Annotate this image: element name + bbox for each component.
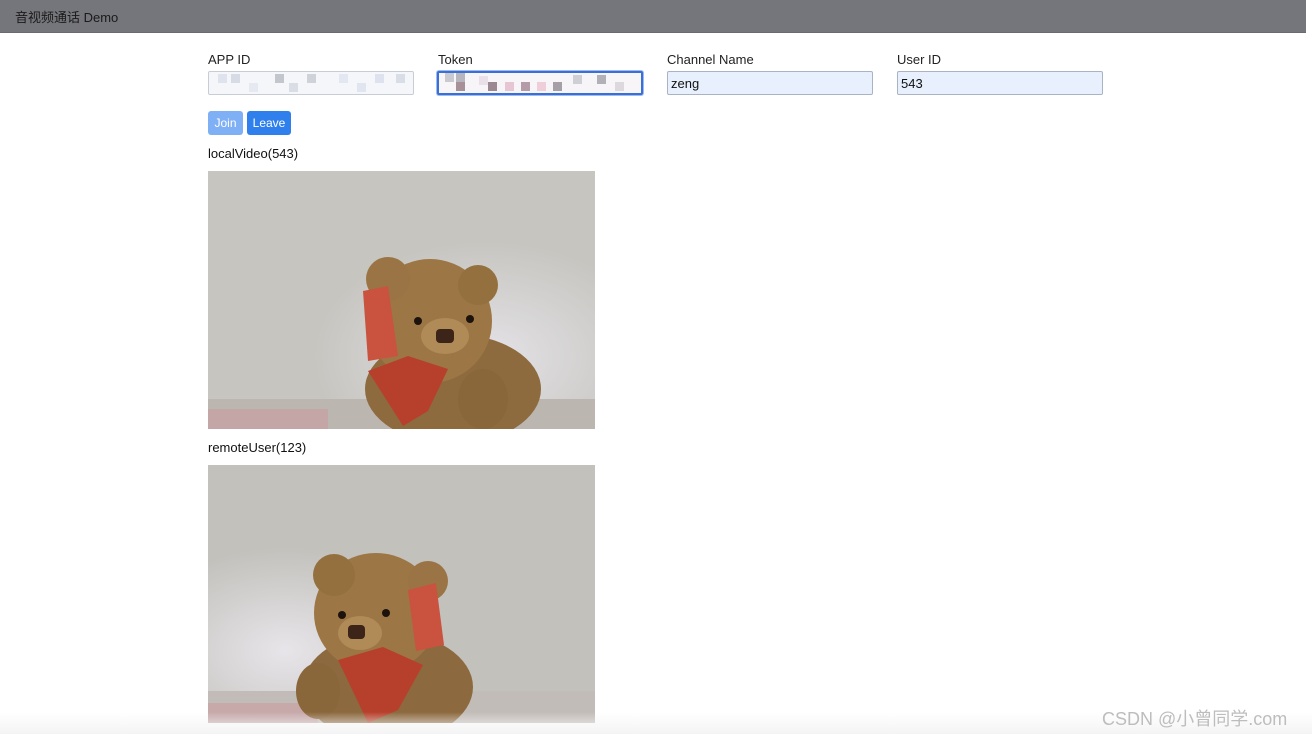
app-id-input[interactable] <box>208 71 414 95</box>
navbar: 音视频通话 Demo <box>0 0 1306 33</box>
local-video <box>208 171 595 429</box>
local-video-label: localVideo(543) <box>208 146 299 161</box>
user-id-value: 543 <box>901 76 923 91</box>
remote-video <box>208 465 595 723</box>
join-button[interactable]: Join <box>208 111 243 135</box>
remote-video-frame <box>208 465 595 723</box>
channel-name-value: zeng <box>671 76 700 91</box>
app-id-label: APP ID <box>208 52 251 67</box>
local-video-frame <box>208 171 595 429</box>
token-label: Token <box>438 52 473 67</box>
user-id-label: User ID <box>897 52 942 67</box>
watermark: CSDN @小曾同学.com <box>1102 709 1288 729</box>
leave-button[interactable]: Leave <box>247 111 291 135</box>
channel-name-input[interactable]: zeng <box>667 71 873 95</box>
app-title[interactable]: 音视频通话 Demo <box>15 7 118 26</box>
remote-video-label: remoteUser(123) <box>208 440 307 455</box>
channel-name-label: Channel Name <box>667 52 754 67</box>
token-input[interactable] <box>437 71 643 95</box>
user-id-input[interactable]: 543 <box>897 71 1103 95</box>
